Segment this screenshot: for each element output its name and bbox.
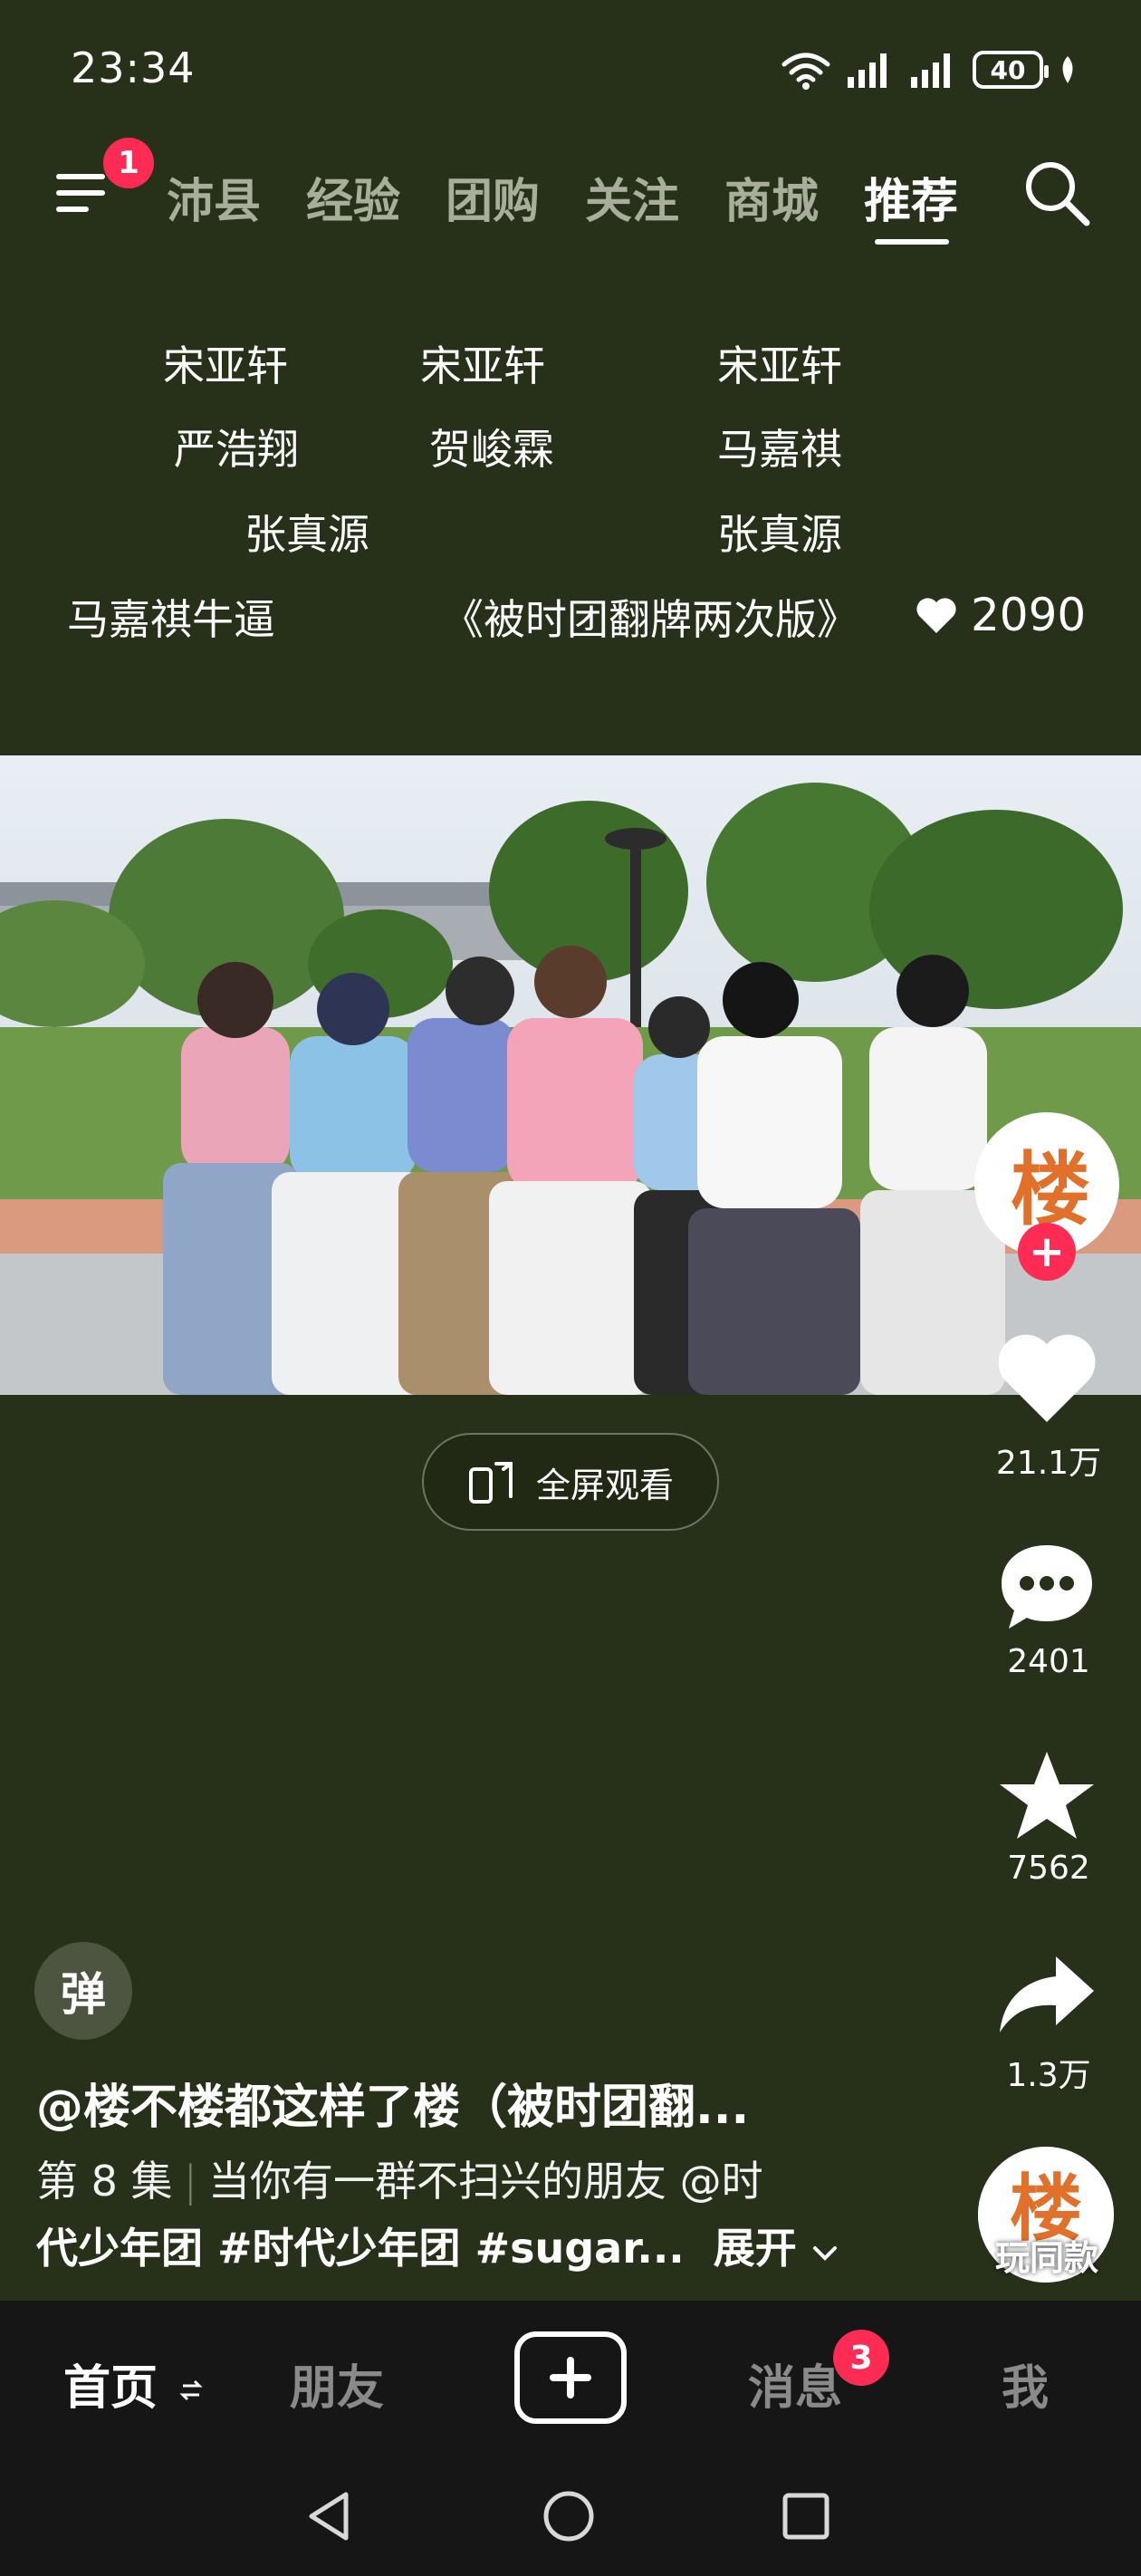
tab-local[interactable]: 沛县 [167,163,261,231]
video-author-title[interactable]: @楼不楼都这样了楼（被时团翻... [36,2069,749,2137]
chevron-down-icon [812,2246,837,2261]
tab-me[interactable]: 我 [1002,2350,1049,2417]
messages-badge: 3 [833,2330,889,2386]
episode-label[interactable]: 第 8 集 [36,2157,173,2206]
tab-experience[interactable]: 经验 [306,163,400,231]
overlay-name: 贺峻霖 [429,425,554,474]
caption-text-1: 当你有一群不扫兴的朋友 @时 [208,2157,763,2206]
status-time: 23:34 [71,43,196,92]
plus-icon [550,2357,591,2398]
tab-friends[interactable]: 朋友 [290,2350,384,2417]
caption-line-2: 代少年团 #时代少年团 #sugar... 展开 [36,2216,839,2275]
tab-recommended[interactable]: 推荐 [864,163,958,231]
fullscreen-button[interactable]: 全屏观看 [422,1433,719,1531]
overlay-name: 宋亚轩 [163,341,288,390]
overlay-likes: 2090 [915,589,1086,641]
heart-icon [916,598,956,633]
remix-label[interactable]: 玩同款 [967,2230,1127,2280]
expand-button[interactable]: 展开 [714,2224,839,2273]
wifi-icon [781,53,830,90]
overlay-name: 张真源 [244,510,369,559]
overlay-name: 马嘉祺 [717,425,842,474]
expand-label: 展开 [713,2224,797,2273]
tab-group-buy[interactable]: 团购 [446,163,540,231]
danmaku-toggle-button[interactable]: 弹 [34,1942,132,2040]
favorite-count: 7562 [1007,1850,1090,1887]
recents-square-icon[interactable] [781,2491,831,2542]
overlay-footer-title: 《被时团翻牌两次版》 [442,595,858,644]
video-player[interactable] [0,755,1141,1395]
tab-following[interactable]: 关注 [585,163,679,231]
tab-home[interactable]: 首页 [63,2350,203,2417]
menu-icon[interactable] [53,165,109,221]
comment-count: 2401 [1007,1643,1090,1680]
overlay-name: 张真源 [717,510,842,559]
refresh-arrows-icon [179,2379,203,2401]
leaf-icon [1062,56,1073,83]
tab-home-label: 首页 [63,2361,158,2416]
overlay-name: 宋亚轩 [717,341,842,390]
share-arrow-icon[interactable] [996,1953,1098,2038]
overlay-name: 严浩翔 [174,425,299,474]
system-navigation-bar [0,2455,1141,2576]
video-frame [0,755,1141,1395]
signal-icon [848,53,887,88]
caption-line-1: 第 8 集 | 当你有一群不扫兴的朋友 @时 [36,2157,763,2206]
battery-indicator: 40 [973,51,1049,89]
caption-text-2: 代少年团 #时代少年团 #sugar... [36,2224,685,2273]
back-icon[interactable] [304,2489,355,2543]
fullscreen-icon [468,1462,513,1504]
create-button[interactable] [514,2331,627,2424]
comment-icon[interactable] [996,1540,1098,1634]
share-count: 1.3万 [1006,2057,1091,2094]
status-icons: 40 [781,47,1078,92]
home-circle-icon[interactable] [542,2489,596,2543]
overlay-footer-left: 马嘉祺牛逼 [67,595,275,644]
fullscreen-label: 全屏观看 [535,1465,674,1505]
like-icon[interactable] [994,1331,1099,1426]
tab-messages[interactable]: 消息 [748,2350,842,2417]
search-icon[interactable] [1021,158,1092,228]
signal-icon-2 [911,53,950,88]
active-tab-indicator [875,239,949,245]
follow-button[interactable]: + [1018,1223,1076,1281]
favorite-star-icon[interactable] [996,1748,1098,1844]
menu-badge: 1 [103,138,154,188]
tab-mall[interactable]: 商城 [724,163,819,231]
danmaku-label: 弹 [61,1968,106,2021]
overlay-name: 宋亚轩 [420,341,545,390]
overlay-likes-count: 2090 [971,589,1087,641]
like-count: 21.1万 [995,1445,1102,1482]
